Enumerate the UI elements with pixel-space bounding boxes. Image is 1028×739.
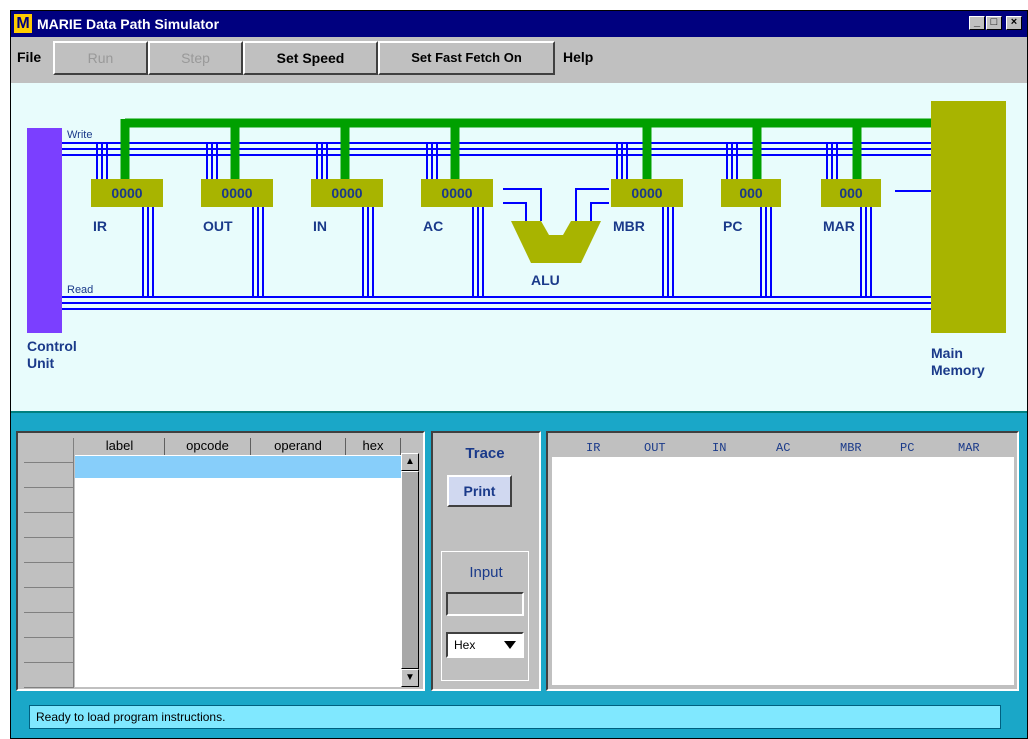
out-col-mbr: MBR [840,441,862,455]
close-button[interactable]: × [1006,16,1022,30]
register-mbr-label: MBR [613,218,645,234]
chevron-down-icon[interactable] [504,641,516,649]
out-col-in: IN [712,441,727,455]
register-mar-value: 000 [839,185,863,201]
out-col-ac: AC [776,441,791,455]
app-logo-icon: M [14,14,32,33]
row-number-cell [24,488,74,513]
write-label: Write [67,129,92,141]
row-number-cell [24,663,74,688]
row-number-cell [24,463,74,488]
col-header-opcode: opcode [165,438,251,455]
set-speed-button[interactable]: Set Speed [243,41,378,75]
scroll-down-icon[interactable]: ▼ [401,669,419,687]
out-col-ir: IR [586,441,601,455]
control-unit-label-line1: Control [27,338,77,354]
register-out-value: 0000 [221,185,252,201]
datapath-diagram: 0000 IR 0000 OUT 0000 IN 0000 AC 0000 MBR 000 PC 000… [11,83,1027,413]
window-title: MARIE Data Path Simulator [37,16,220,32]
step-button[interactable]: Step [148,41,243,75]
set-fast-fetch-button[interactable]: Set Fast Fetch On [378,41,555,75]
register-ac-label: AC [423,218,443,234]
row-number-cell [24,563,74,588]
scroll-thumb[interactable] [401,471,419,669]
register-ac-value: 0000 [441,185,472,201]
menu-bar: File Run Step Set Speed Set Fast Fetch O… [11,37,1027,83]
col-header-label: label [75,438,165,455]
row-number-column [24,438,74,688]
main-memory-block [931,101,1006,333]
write-bus [62,142,931,156]
control-unit-label-line2: Unit [27,355,55,371]
register-in-value: 0000 [331,185,362,201]
row-number-cell [24,513,74,538]
read-label: Read [67,284,93,296]
register-mar-label: MAR [823,218,855,234]
datapath-svg: 0000 IR 0000 OUT 0000 IN 0000 AC 0000 MBR 000 PC 000… [27,101,1006,378]
input-field[interactable] [446,592,524,616]
trace-panel: Trace Print Input Hex [431,431,541,691]
simulator-window: M MARIE Data Path Simulator _ □ × File R… [10,10,1028,739]
minimize-button[interactable]: _ [969,16,985,30]
print-button[interactable]: Print [447,475,512,507]
register-ir-value: 0000 [111,185,142,201]
title-bar: M MARIE Data Path Simulator _ □ × [11,11,1027,37]
scroll-up-icon[interactable]: ▲ [401,453,419,471]
output-panel: IR OUT IN AC MBR PC MAR [546,431,1019,691]
trace-label: Trace [465,445,505,462]
program-panel: label opcode operand hex ▲ ▼ [16,431,425,691]
program-table[interactable]: label opcode operand hex [75,438,401,687]
row-number-cell [24,588,74,613]
program-table-header: label opcode operand hex [75,438,401,455]
read-bus [62,296,931,310]
col-header-operand: operand [251,438,346,455]
register-in-label: IN [313,218,327,234]
lower-panel: label opcode operand hex ▲ ▼ Trace Print… [11,413,1027,738]
menu-file[interactable]: File [17,49,41,65]
control-unit-block [27,128,62,333]
out-col-pc: PC [900,441,915,455]
alu-label: ALU [531,272,560,288]
register-ir-label: IR [93,218,107,234]
input-label: Input [469,564,503,581]
main-memory-label-line1: Main [931,345,963,361]
row-number-cell [24,538,74,563]
row-number-cell [24,638,74,663]
maximize-button[interactable]: □ [986,16,1002,30]
register-mbr-value: 0000 [631,185,662,201]
format-select[interactable]: Hex [446,632,524,658]
col-header-hex: hex [346,438,401,455]
out-col-mar: MAR [958,441,980,455]
selected-row[interactable] [75,456,401,478]
input-group: Input Hex [441,551,529,681]
register-pc-label: PC [723,218,742,234]
program-scrollbar[interactable]: ▲ ▼ [401,453,419,687]
status-bar: Ready to load program instructions. [29,705,1001,729]
main-memory-label-line2: Memory [931,362,985,378]
out-col-out: OUT [644,441,666,455]
row-number-cell [24,438,74,463]
format-select-value: Hex [454,638,476,652]
output-header: IR OUT IN AC MBR PC MAR [552,437,1014,457]
register-pc-value: 000 [739,185,763,201]
output-area[interactable] [552,457,1014,685]
run-button[interactable]: Run [53,41,148,75]
menu-help[interactable]: Help [563,49,593,65]
register-out-label: OUT [203,218,233,234]
row-number-cell [24,613,74,638]
